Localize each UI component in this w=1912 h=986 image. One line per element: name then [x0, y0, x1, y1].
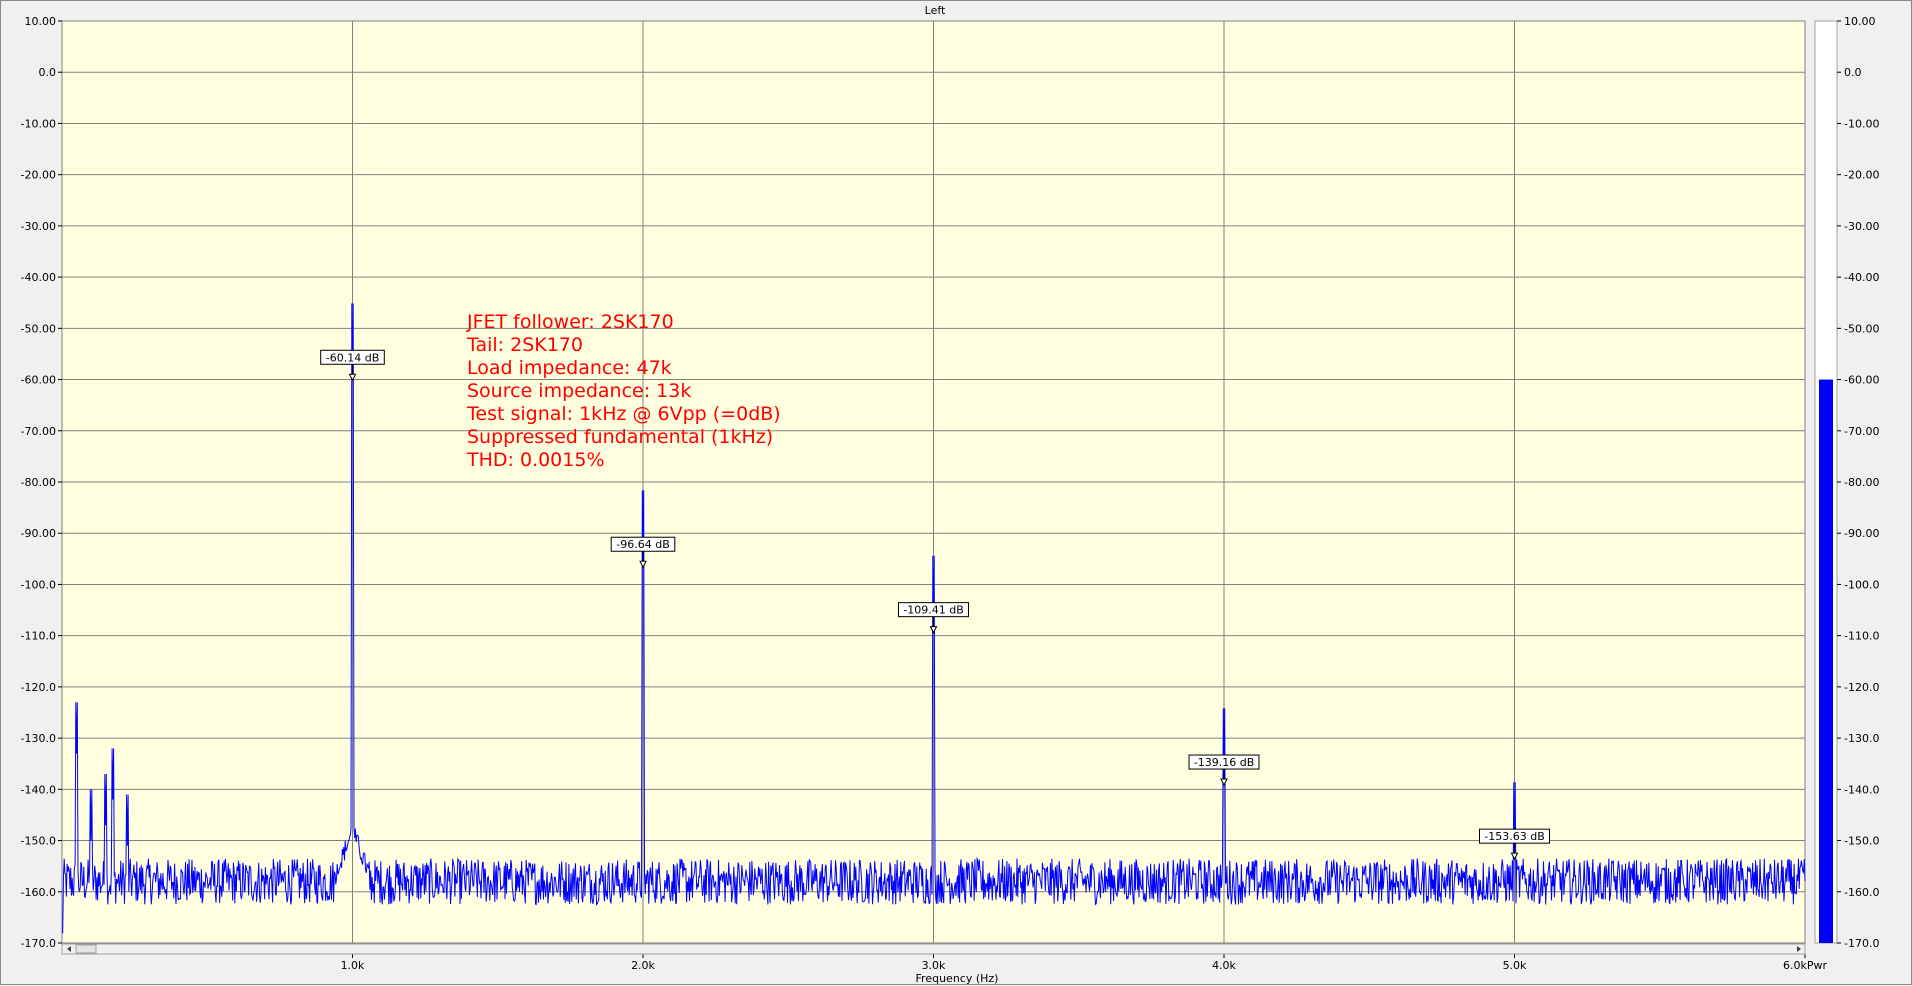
meter-tick-label: -10.00	[1844, 117, 1879, 130]
meter-tick-label: -40.00	[1844, 271, 1879, 284]
y-tick-label: -130.0	[21, 732, 56, 745]
meter-tick-label: -120.0	[1844, 681, 1879, 694]
y-tick-label: -70.00	[21, 425, 56, 438]
y-tick-label: -60.00	[21, 374, 56, 387]
y-tick-label: 0.0	[39, 66, 57, 79]
meter-tick-label: -70.00	[1844, 425, 1879, 438]
meter-tick-label: 10.00	[1844, 15, 1876, 28]
y-tick-label: -170.0	[21, 937, 56, 950]
x-tick-label: 5.0k	[1503, 959, 1527, 972]
y-tick-label: -30.00	[21, 220, 56, 233]
x-axis-ticks: 1.0k 2.0k 3.0k 4.0k 5.0k 6.0kPwr	[341, 954, 1827, 972]
meter-tick-label: -150.0	[1844, 835, 1879, 848]
y-tick-label: -100.0	[21, 578, 56, 591]
y-tick-label: -40.00	[21, 271, 56, 284]
marker-label: -153.63 dB	[1484, 830, 1544, 843]
meter-tick-label: 0.0	[1844, 66, 1862, 79]
meter-tick-label: -100.0	[1844, 578, 1879, 591]
spectrum-analyzer-window: 10.00 0.0 -10.00 -20.00 -30.00 -40.00 -50.00 -6…	[0, 0, 1912, 985]
annotation-line: JFET follower: 2SK170	[466, 311, 674, 333]
meter-tick-label: -170.0	[1844, 937, 1879, 950]
y-tick-label: -50.00	[21, 322, 56, 335]
scrollbar-thumb[interactable]	[75, 944, 97, 954]
annotation-line: Test signal: 1kHz @ 6Vpp (=0dB)	[466, 403, 781, 425]
marker-label: -139.16 dB	[1194, 756, 1254, 769]
x-tick-label: 6.0kPwr	[1783, 959, 1827, 972]
meter-tick-label: -50.00	[1844, 322, 1879, 335]
annotation-line: Suppressed fundamental (1kHz)	[467, 426, 773, 448]
level-meter-fill	[1819, 379, 1833, 943]
y-tick-label: -140.0	[21, 783, 56, 796]
chart-title: Left	[925, 4, 946, 17]
y-tick-label: -20.00	[21, 169, 56, 182]
meter-tick-label: -60.00	[1844, 374, 1879, 387]
meter-tick-label: -20.00	[1844, 169, 1879, 182]
meter-tick-label: -30.00	[1844, 220, 1879, 233]
y-tick-label: -80.00	[21, 476, 56, 489]
y-tick-label: -90.00	[21, 527, 56, 540]
annotation-line: Source impedance: 13k	[467, 380, 691, 402]
y-tick-label: -110.0	[21, 630, 56, 643]
x-tick-label: 4.0k	[1212, 959, 1236, 972]
annotation-line: Tail: 2SK170	[466, 334, 583, 356]
annotation-line: THD: 0.0015%	[466, 449, 605, 471]
meter-tick-label: -90.00	[1844, 527, 1879, 540]
y-tick-label: -150.0	[21, 835, 56, 848]
x-tick-label: 2.0k	[631, 959, 655, 972]
meter-tick-label: -130.0	[1844, 732, 1879, 745]
marker-label: -60.14 dB	[326, 351, 380, 364]
level-meter-ticks: 10.00 0.0 -10.00 -20.00 -30.00 -40.00 -50.00 -6…	[1837, 15, 1879, 950]
meter-tick-label: -80.00	[1844, 476, 1879, 489]
meter-tick-label: -140.0	[1844, 783, 1879, 796]
x-tick-label: 1.0k	[341, 959, 365, 972]
y-axis-ticks: 10.00 0.0 -10.00 -20.00 -30.00 -40.00 -50.00 -6…	[21, 15, 62, 950]
y-tick-label: 10.00	[25, 15, 57, 28]
meter-tick-label: -110.0	[1844, 630, 1879, 643]
horizontal-scrollbar[interactable]	[61, 943, 1806, 955]
y-tick-label: -160.0	[21, 886, 56, 899]
y-tick-label: -10.00	[21, 117, 56, 130]
spectrum-chart: 10.00 0.0 -10.00 -20.00 -30.00 -40.00 -50.00 -6…	[21, 4, 1880, 985]
y-tick-label: -120.0	[21, 681, 56, 694]
annotation-line: Load impedance: 47k	[467, 357, 672, 379]
marker-label: -96.64 dB	[616, 538, 670, 551]
meter-tick-label: -160.0	[1844, 886, 1879, 899]
x-tick-label: 3.0k	[922, 959, 946, 972]
x-axis-label: Frequency (Hz)	[916, 972, 999, 985]
marker-label: -109.41 dB	[903, 604, 963, 617]
